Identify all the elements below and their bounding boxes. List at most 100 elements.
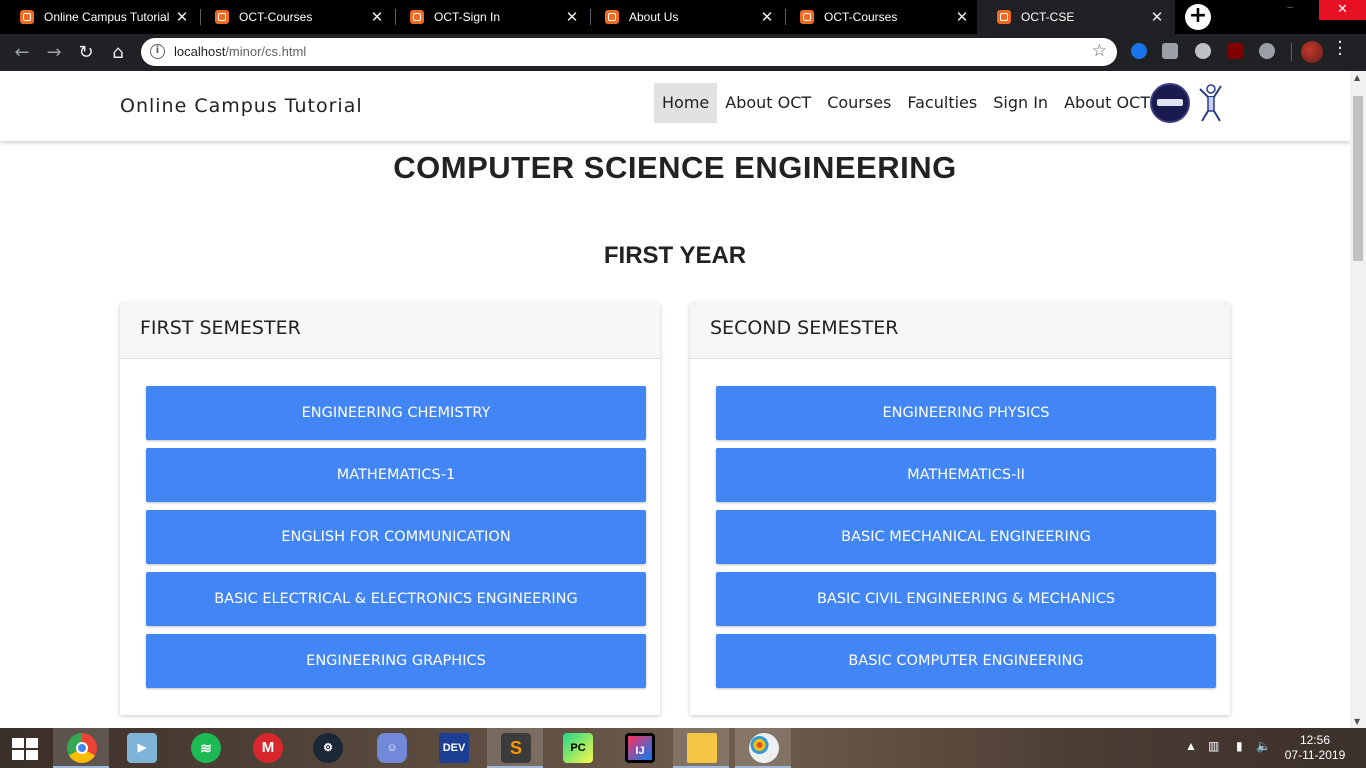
file-explorer-icon xyxy=(687,733,717,763)
windows-start-icon[interactable] xyxy=(12,738,38,760)
tab-title: OCT-Courses xyxy=(239,10,313,24)
toolbar-separator xyxy=(1291,43,1292,61)
taskbar-media-player[interactable]: ▶ xyxy=(113,728,169,768)
close-icon[interactable]: ✕ xyxy=(755,8,779,26)
web-page: Online Campus Tutorial Home About OCT Co… xyxy=(0,71,1350,728)
steam-icon: ⚙ xyxy=(313,733,343,763)
home-icon[interactable]: ⌂ xyxy=(106,41,130,65)
taskbar-mega[interactable]: M xyxy=(239,728,295,768)
subject-button[interactable]: BASIC COMPUTER ENGINEERING xyxy=(716,634,1216,688)
browser-tab[interactable]: OCT-Courses ✕ xyxy=(780,0,980,34)
close-icon[interactable]: ✕ xyxy=(560,8,584,26)
subject-button[interactable]: MATHEMATICS-1 xyxy=(146,448,646,502)
scroll-down-arrow-icon[interactable]: ▼ xyxy=(1354,717,1360,726)
nav-courses-link[interactable]: Courses xyxy=(819,83,899,123)
xampp-favicon-icon xyxy=(410,10,424,24)
taskbar-steam[interactable]: ⚙ xyxy=(299,728,355,768)
url-path: /minor/cs.html xyxy=(225,44,307,59)
close-icon[interactable]: ✕ xyxy=(365,8,389,26)
close-icon[interactable]: ✕ xyxy=(1145,8,1169,26)
url-host: localhost xyxy=(174,44,226,59)
clock-time: 12:56 xyxy=(1299,733,1331,747)
scrollbar-thumb[interactable] xyxy=(1353,96,1363,261)
mega-icon: M xyxy=(253,733,283,763)
taskbar-chrome[interactable] xyxy=(53,728,109,768)
nav-sign-in-link[interactable]: Sign In xyxy=(985,83,1056,123)
nav-links: Home About OCT Courses Faculties Sign In… xyxy=(654,83,1158,123)
menu-kebab-icon[interactable]: · · · xyxy=(1335,34,1345,64)
browser-tab[interactable]: Online Campus Tutorial ✕ xyxy=(0,0,200,34)
volume-icon[interactable]: 🔈 xyxy=(1256,739,1271,753)
taskbar-discord[interactable]: ☺ xyxy=(363,728,419,768)
subject-button[interactable]: BASIC CIVIL ENGINEERING & MECHANICS xyxy=(716,572,1216,626)
first-semester-card: FIRST SEMESTER ENGINEERING CHEMISTRY MAT… xyxy=(120,303,660,715)
subject-button[interactable]: BASIC ELECTRICAL & ELECTRONICS ENGINEERI… xyxy=(146,572,646,626)
nav-about-oct-link[interactable]: About OCT xyxy=(717,83,819,123)
network-icon[interactable]: ▥ xyxy=(1208,739,1219,753)
page-title: COMPUTER SCIENCE ENGINEERING xyxy=(393,150,957,185)
oct-logo-icon[interactable] xyxy=(1150,83,1190,123)
site-brand[interactable]: Online Campus Tutorial xyxy=(120,95,363,117)
xampp-favicon-icon xyxy=(605,10,619,24)
system-clock[interactable]: 12:56 07-11-2019 xyxy=(1282,733,1348,763)
taskbar-sublime[interactable]: S xyxy=(487,728,543,768)
extension-blue-icon[interactable] xyxy=(1131,43,1147,59)
year-heading: FIRST YEAR xyxy=(603,242,747,269)
page-scrollbar[interactable]: ▲ ▼ xyxy=(1350,71,1366,728)
tab-title: OCT-CSE xyxy=(1021,10,1075,24)
close-icon[interactable]: ✕ xyxy=(950,8,974,26)
forward-arrow-icon[interactable]: → xyxy=(42,41,66,65)
back-arrow-icon[interactable]: ← xyxy=(10,41,34,65)
info-icon[interactable]: i xyxy=(150,44,165,59)
paint-icon xyxy=(749,733,779,763)
ublock-icon[interactable] xyxy=(1227,43,1243,59)
tab-title: Online Campus Tutorial xyxy=(44,10,170,24)
address-bar[interactable]: i localhost/minor/cs.html ☆ xyxy=(141,38,1117,66)
taskbar-file-explorer[interactable] xyxy=(673,728,729,768)
taskbar-spotify[interactable]: ≋ xyxy=(177,728,233,768)
subject-button[interactable]: BASIC MECHANICAL ENGINEERING xyxy=(716,510,1216,564)
subject-button[interactable]: ENGLISH FOR COMMUNICATION xyxy=(146,510,646,564)
nav-faculties-link[interactable]: Faculties xyxy=(899,83,985,123)
scroll-up-arrow-icon[interactable]: ▲ xyxy=(1354,73,1360,82)
subject-button[interactable]: ENGINEERING CHEMISTRY xyxy=(146,386,646,440)
nav-about-oct-link-2[interactable]: About OCT xyxy=(1056,83,1158,123)
profile-avatar[interactable] xyxy=(1301,41,1323,63)
sublime-icon: S xyxy=(501,733,531,763)
new-tab-button[interactable]: + xyxy=(1185,4,1211,30)
puzzle-extension-icon[interactable] xyxy=(1162,43,1178,59)
battery-icon[interactable]: ▮ xyxy=(1236,739,1243,753)
taskbar-devcpp[interactable]: DEV xyxy=(425,728,481,768)
browser-tab-strip: Online Campus Tutorial ✕ OCT-Courses ✕ O… xyxy=(0,0,1366,34)
browser-tab[interactable]: OCT-Sign In ✕ xyxy=(390,0,590,34)
browser-tab[interactable]: OCT-Courses ✕ xyxy=(195,0,395,34)
tray-chevron-icon[interactable]: ▲ xyxy=(1185,739,1197,753)
mascot-figure-icon[interactable] xyxy=(1196,83,1224,123)
close-icon[interactable]: ✕ xyxy=(170,8,194,26)
taskbar-intellij[interactable]: IJ xyxy=(611,728,667,768)
browser-tab-active[interactable]: OCT-CSE ✕ xyxy=(977,0,1175,34)
reload-icon[interactable]: ↻ xyxy=(74,41,98,65)
xampp-favicon-icon xyxy=(997,10,1011,24)
extension-lightbulb-icon[interactable] xyxy=(1195,43,1211,59)
tab-title: OCT-Courses xyxy=(824,10,898,24)
taskbar-paint[interactable] xyxy=(735,728,791,768)
bookmark-star-icon[interactable]: ☆ xyxy=(1092,41,1107,61)
taskbar-pycharm[interactable]: PC xyxy=(549,728,605,768)
chrome-icon xyxy=(67,733,97,763)
subject-button[interactable]: MATHEMATICS-II xyxy=(716,448,1216,502)
browser-tab[interactable]: About Us ✕ xyxy=(585,0,785,34)
semester-heading: FIRST SEMESTER xyxy=(120,303,660,359)
discord-icon: ☺ xyxy=(377,733,407,763)
minimize-button[interactable]: – xyxy=(1280,0,1300,20)
semester-heading: SECOND SEMESTER xyxy=(690,303,1230,359)
devcpp-icon: DEV xyxy=(439,733,469,763)
window-close-button[interactable]: ✕ xyxy=(1319,0,1366,20)
second-semester-card: SECOND SEMESTER ENGINEERING PHYSICS MATH… xyxy=(690,303,1230,715)
intellij-icon: IJ xyxy=(625,733,655,763)
subject-button[interactable]: ENGINEERING PHYSICS xyxy=(716,386,1216,440)
extension-cloud-icon[interactable] xyxy=(1259,43,1275,59)
subject-button[interactable]: ENGINEERING GRAPHICS xyxy=(146,634,646,688)
nav-home-link[interactable]: Home xyxy=(654,83,718,123)
url-text[interactable]: localhost/minor/cs.html xyxy=(174,44,306,59)
